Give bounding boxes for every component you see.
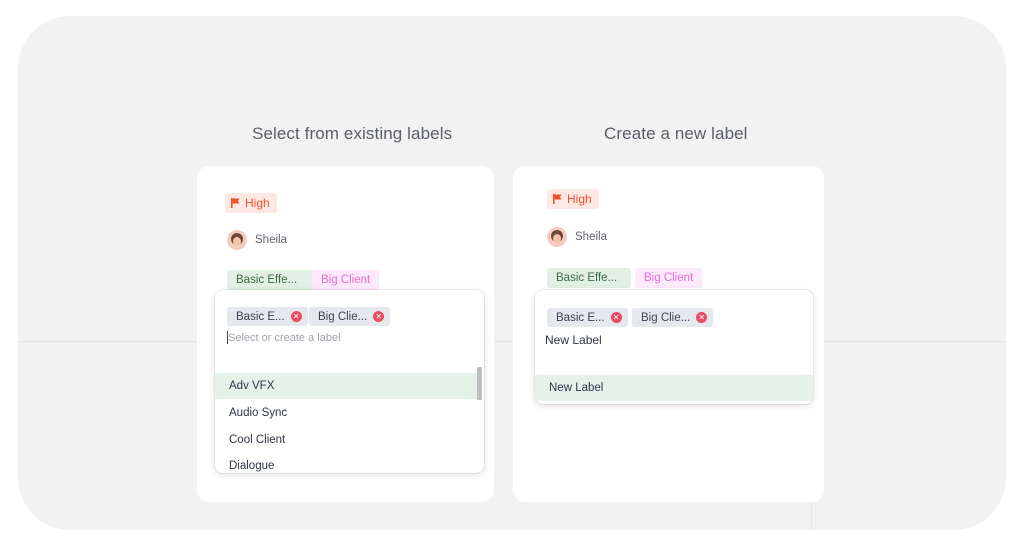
option-audio-sync[interactable]: Audio Sync <box>215 400 479 426</box>
chip-label: Big Clie... <box>318 310 368 323</box>
left-panel-heading: Select from existing labels <box>252 124 453 143</box>
label-create-dropdown: Basic E... ✕ Big Clie... ✕ New Label New… <box>535 290 813 404</box>
option-create-new-label[interactable]: New Label <box>535 375 813 401</box>
dropdown-scrollbar[interactable] <box>477 367 482 400</box>
chip-label: Basic E... <box>236 310 285 323</box>
priority-label: High <box>245 196 270 210</box>
close-circle-icon[interactable]: ✕ <box>696 312 708 323</box>
priority-badge[interactable]: High <box>547 189 599 209</box>
close-circle-icon[interactable]: ✕ <box>610 312 622 323</box>
option-adv-vfx[interactable]: Adv VFX <box>215 373 479 399</box>
label-big-client[interactable]: Big Client <box>635 268 703 288</box>
selected-chip-big-client[interactable]: Big Clie... ✕ <box>632 308 714 327</box>
priority-badge[interactable]: High <box>225 193 277 213</box>
label-basic-effects[interactable]: Basic Effe... <box>547 268 631 288</box>
chip-label: Basic E... <box>556 311 605 324</box>
assignee-name: Sheila <box>575 231 607 243</box>
selected-chip-basic-effects[interactable]: Basic E... ✕ <box>547 308 628 327</box>
option-cool-client[interactable]: Cool Client <box>215 427 479 453</box>
label-search-input[interactable]: New Label <box>545 333 602 347</box>
label-big-client[interactable]: Big Client <box>312 270 380 290</box>
close-circle-icon[interactable]: ✕ <box>290 311 302 322</box>
chip-label: Big Clie... <box>641 311 691 324</box>
divider-line <box>18 341 1006 342</box>
label-select-dropdown: Basic E... ✕ Big Clie... ✕ Adv VFX Audio… <box>215 290 484 473</box>
right-panel-heading: Create a new label <box>604 124 748 143</box>
flag-icon <box>553 194 562 204</box>
background-frame: Select from existing labels High Sheila … <box>18 16 1006 530</box>
flag-icon <box>231 198 240 208</box>
priority-label: High <box>567 192 592 206</box>
selected-chip-big-client[interactable]: Big Clie... ✕ <box>309 307 391 326</box>
close-circle-icon[interactable]: ✕ <box>373 311 385 322</box>
label-search-input[interactable] <box>228 330 468 345</box>
assignee[interactable]: Sheila <box>227 230 287 250</box>
assignee[interactable]: Sheila <box>547 227 607 247</box>
avatar <box>227 230 247 250</box>
label-basic-effects[interactable]: Basic Effe... <box>227 270 315 290</box>
option-dialogue[interactable]: Dialogue <box>215 453 479 473</box>
selected-chip-basic-effects[interactable]: Basic E... ✕ <box>227 307 308 326</box>
assignee-name: Sheila <box>255 234 287 246</box>
avatar <box>547 227 567 247</box>
